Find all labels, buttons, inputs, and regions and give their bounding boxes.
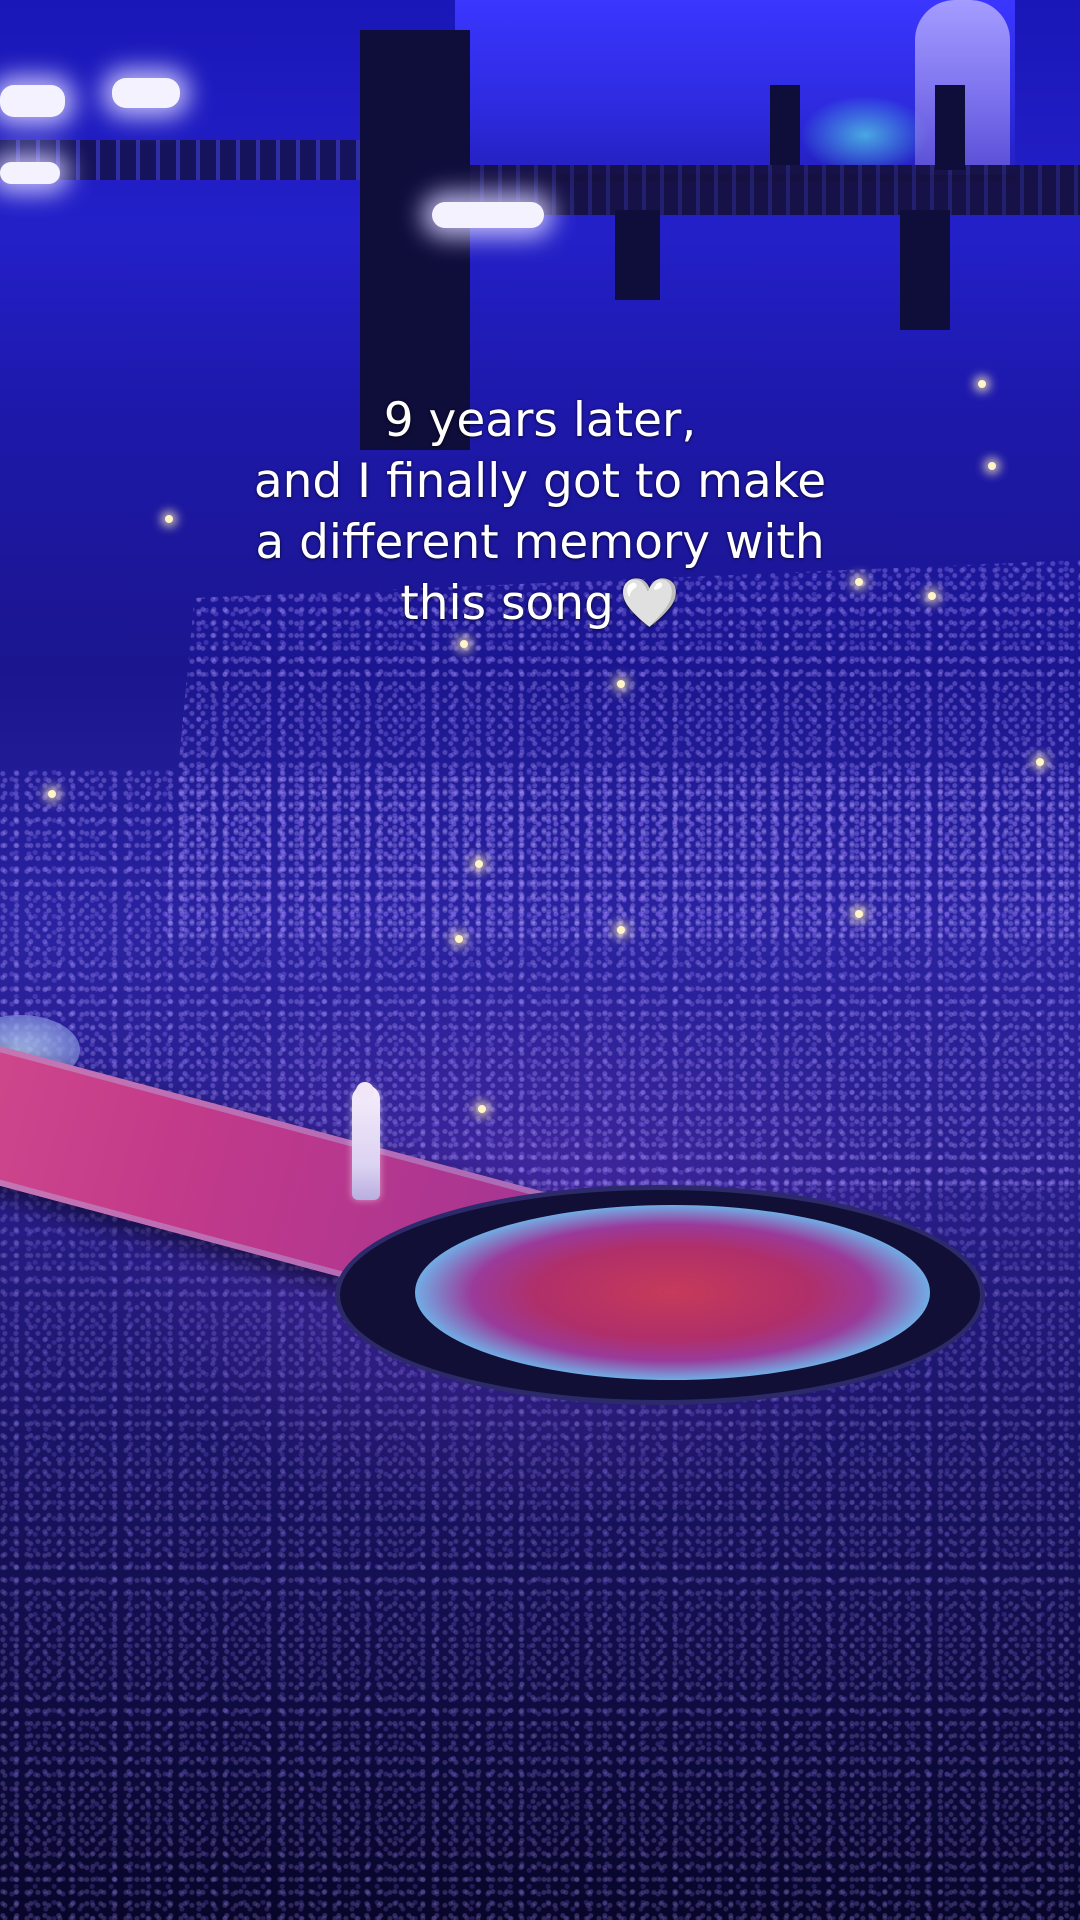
performer <box>352 1085 380 1200</box>
phone-flashlight <box>48 790 56 798</box>
phone-flashlight <box>475 860 483 868</box>
phone-flashlight <box>617 926 625 934</box>
stage-light <box>0 85 65 117</box>
concert-photo: 9 years later, and I finally got to make… <box>0 0 1080 1920</box>
speaker-array <box>900 210 950 330</box>
stage-light <box>112 78 180 108</box>
phone-flashlight <box>478 1105 486 1113</box>
caption-line-4-text: this song <box>400 576 614 631</box>
flower-stage <box>415 1205 930 1380</box>
caption-line-2: and I finally got to make <box>253 454 827 509</box>
caption-line-3: a different memory with <box>255 515 825 570</box>
phone-flashlight <box>460 640 468 648</box>
phone-flashlight <box>455 935 463 943</box>
phone-flashlight <box>855 910 863 918</box>
caption-overlay: 9 years later, and I finally got to make… <box>0 390 1080 634</box>
performer-head <box>356 1082 374 1100</box>
stage-light <box>0 162 60 184</box>
white-heart-icon: 🤍 <box>619 575 680 631</box>
speaker-array <box>615 210 660 300</box>
video-screen-glow <box>800 95 930 175</box>
speaker-array <box>360 30 470 450</box>
phone-flashlight <box>1036 758 1044 766</box>
camera-rig <box>935 85 965 170</box>
stage-light <box>432 202 544 228</box>
camera-rig <box>770 85 800 165</box>
phone-flashlight <box>978 380 986 388</box>
caption-line-1: 9 years later, <box>383 393 697 448</box>
caption-line-4: this song 🤍 <box>0 573 1080 634</box>
phone-flashlight <box>617 680 625 688</box>
